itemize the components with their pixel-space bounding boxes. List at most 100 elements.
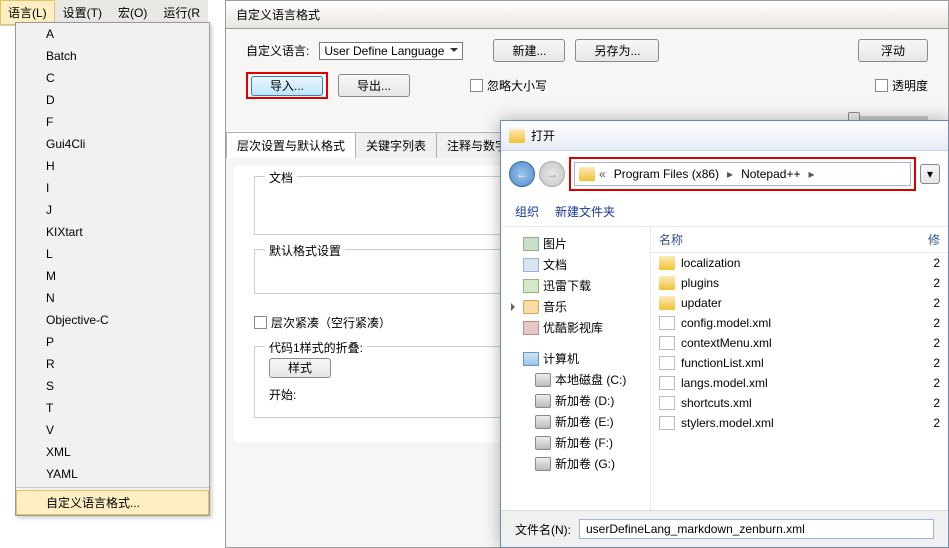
tree-item[interactable]: 新加卷 (F:) (505, 432, 646, 453)
ignorecase-checkbox[interactable]: 忽略大小写 (470, 77, 547, 94)
file-name: updater (681, 296, 927, 310)
lang-item[interactable]: N (16, 287, 209, 309)
file-date: 2 (933, 356, 940, 370)
file-row[interactable]: langs.model.xml2 (651, 373, 948, 393)
file-name: plugins (681, 276, 927, 290)
nav-fwd-button[interactable]: → (539, 161, 565, 187)
lang-item[interactable]: R (16, 353, 209, 375)
label-customlang: 自定义语言: (246, 42, 309, 59)
file-icon (659, 336, 675, 350)
file-list: 名称修 localization2plugins2updater2config.… (651, 227, 948, 537)
folder-icon (579, 167, 595, 181)
drv-icon (535, 373, 551, 387)
file-name: langs.model.xml (681, 376, 927, 390)
lang-item[interactable]: S (16, 375, 209, 397)
col-mod[interactable]: 修 (928, 231, 940, 248)
tree-item[interactable]: 优酷影视库 (505, 317, 646, 338)
transparency-checkbox[interactable]: 透明度 (875, 77, 928, 94)
file-name: functionList.xml (681, 356, 927, 370)
breadcrumb-seg[interactable]: Notepad++ (737, 165, 804, 183)
chevron-icon: « (599, 167, 606, 181)
lang-item[interactable]: M (16, 265, 209, 287)
address-bar[interactable]: « Program Files (x86) ▸ Notepad++ ▸ (574, 162, 911, 186)
lang-item[interactable]: KIXtart (16, 221, 209, 243)
lang-item[interactable]: I (16, 177, 209, 199)
tree-item-label: 音乐 (543, 298, 567, 315)
file-row[interactable]: localization 2 (651, 253, 948, 273)
file-date: 2 (933, 416, 940, 430)
refresh-button[interactable]: ▾ (920, 164, 940, 184)
lang-item[interactable]: L (16, 243, 209, 265)
saveas-button[interactable]: 另存为... (575, 39, 659, 62)
lang-item[interactable]: V (16, 419, 209, 441)
lang-item[interactable]: T (16, 397, 209, 419)
float-button[interactable]: 浮动 (858, 39, 928, 62)
group-default-legend: 默认格式设置 (265, 242, 345, 259)
style2-button[interactable]: 样式 (269, 358, 331, 378)
drv-icon (535, 436, 551, 450)
tree-item[interactable]: 音乐 (505, 296, 646, 317)
new-button[interactable]: 新建... (493, 39, 565, 62)
lang-item[interactable]: Gui4Cli (16, 133, 209, 155)
lang-item[interactable]: A (16, 23, 209, 45)
lang-item[interactable]: J (16, 199, 209, 221)
lang-item[interactable]: Batch (16, 45, 209, 67)
tab-keywords[interactable]: 关键字列表 (355, 132, 437, 158)
dl-icon (523, 279, 539, 293)
file-name: stylers.model.xml (681, 416, 927, 430)
tree-item[interactable]: 文档 (505, 254, 646, 275)
folder-icon (659, 256, 675, 270)
drv-icon (535, 457, 551, 471)
select-language[interactable]: User Define Language (319, 42, 463, 60)
file-date: 2 (933, 276, 940, 290)
lang-item[interactable]: D (16, 89, 209, 111)
tree-item[interactable]: 新加卷 (D:) (505, 390, 646, 411)
tree-item-label: 迅雷下载 (543, 277, 591, 294)
toolbar-newfolder[interactable]: 新建文件夹 (555, 203, 615, 220)
fold-compact-checkbox[interactable]: 层次紧凑（空行紧凑） (254, 314, 391, 331)
label-filename: 文件名(N): (515, 521, 571, 538)
chevron-icon: ▸ (727, 167, 733, 181)
file-row[interactable]: config.model.xml2 (651, 313, 948, 333)
tree-item[interactable]: 新加卷 (G:) (505, 453, 646, 474)
file-date: 2 (933, 256, 940, 270)
breadcrumb-seg[interactable]: Program Files (x86) (610, 165, 723, 183)
export-button[interactable]: 导出... (338, 74, 410, 97)
lang-item[interactable]: YAML (16, 463, 209, 485)
chevron-icon: ▸ (808, 167, 814, 181)
file-row[interactable]: shortcuts.xml2 (651, 393, 948, 413)
tree-item[interactable]: 计算机 (505, 348, 646, 369)
toolbar-organize[interactable]: 组织 (515, 203, 539, 220)
drv-icon (535, 394, 551, 408)
lang-item[interactable]: C (16, 67, 209, 89)
tree-item-label: 新加卷 (D:) (555, 392, 614, 409)
file-row[interactable]: contextMenu.xml2 (651, 333, 948, 353)
nav-back-button[interactable]: ← (509, 161, 535, 187)
tab-folding[interactable]: 层次设置与默认格式 (226, 132, 356, 158)
file-row[interactable]: functionList.xml 2 (651, 353, 948, 373)
open-dialog: 打开 ← → « Program Files (x86) ▸ Notepad++… (500, 120, 949, 548)
file-date: 2 (933, 336, 940, 350)
file-row[interactable]: updater2 (651, 293, 948, 313)
file-name: localization (681, 256, 927, 270)
tree-item[interactable]: 新加卷 (E:) (505, 411, 646, 432)
filename-input[interactable]: userDefineLang_markdown_zenburn.xml (579, 519, 934, 539)
lang-item[interactable]: P (16, 331, 209, 353)
file-row[interactable]: plugins 2 (651, 273, 948, 293)
file-icon (659, 356, 675, 370)
col-name[interactable]: 名称 (659, 231, 928, 248)
lang-item[interactable]: F (16, 111, 209, 133)
tree-item-label: 优酷影视库 (543, 319, 603, 336)
tree-item[interactable]: 迅雷下载 (505, 275, 646, 296)
nav-tree: 图片文档迅雷下载音乐优酷影视库计算机本地磁盘 (C:) 新加卷 (D:) 新加卷 (… (501, 227, 651, 537)
file-name: shortcuts.xml (681, 396, 927, 410)
comp-icon (523, 352, 539, 366)
file-row[interactable]: stylers.model.xml 2 (651, 413, 948, 433)
tree-item[interactable]: 图片 (505, 233, 646, 254)
tree-item[interactable]: 本地磁盘 (C:) (505, 369, 646, 390)
lang-item-custom[interactable]: 自定义语言格式... (16, 490, 209, 515)
lang-item[interactable]: Objective-C (16, 309, 209, 331)
lang-item[interactable]: XML (16, 441, 209, 463)
lang-item[interactable]: H (16, 155, 209, 177)
import-button[interactable]: 导入... (251, 76, 323, 96)
